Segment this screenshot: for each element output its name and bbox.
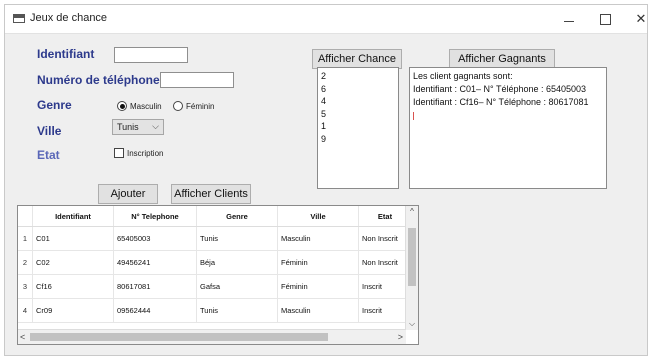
table-row[interactable]: 4 Cr09 09562444 Tunis Masculin Inscrit <box>18 298 412 323</box>
list-item[interactable]: 1 <box>321 120 395 133</box>
table-cell[interactable]: Non Inscrit <box>358 250 412 275</box>
row-number: 4 <box>18 298 33 323</box>
list-item[interactable]: 6 <box>321 83 395 96</box>
table-cell[interactable]: Non Inscrit <box>358 226 412 251</box>
scroll-up-icon[interactable]: ^ <box>406 207 418 216</box>
row-number: 3 <box>18 274 33 299</box>
chevron-down-icon: ⌵ <box>152 121 159 131</box>
telephone-label: Numéro de téléphone <box>37 73 160 87</box>
maximize-icon[interactable] <box>594 9 616 29</box>
app-window: Jeux de chance ✕ Identifiant Numéro de t… <box>4 4 648 356</box>
row-number: 1 <box>18 226 33 251</box>
table-cell[interactable]: Tunis <box>196 226 278 251</box>
ville-label: Ville <box>37 124 62 138</box>
table-row[interactable]: 3 Cf16 80617081 Gafsa Féminin Inscrit <box>18 274 412 299</box>
gagnant-line: Identifiant : Cf16– N° Téléphone : 80617… <box>413 97 589 107</box>
gagnants-header: Les client gagnants sont: <box>413 71 513 81</box>
row-header-corner <box>18 206 33 227</box>
table-cell[interactable]: Féminin <box>277 250 359 275</box>
column-header[interactable]: Ville <box>277 206 359 227</box>
chance-listbox[interactable]: 2 6 4 5 1 9 <box>317 67 399 189</box>
table-cell[interactable]: Féminin <box>277 274 359 299</box>
scroll-left-icon[interactable]: < <box>20 330 25 344</box>
table-cell[interactable]: 09562444 <box>113 298 197 323</box>
gagnant-line: Identifiant : C01– N° Téléphone : 654050… <box>413 84 587 94</box>
table-cell[interactable]: Cf16 <box>32 274 114 299</box>
table-cell[interactable]: 65405003 <box>113 226 197 251</box>
column-header[interactable]: Identifiant <box>32 206 114 227</box>
table-cell[interactable]: Tunis <box>196 298 278 323</box>
inscription-checkbox[interactable] <box>114 148 124 158</box>
genre-label: Genre <box>37 98 72 112</box>
horizontal-scrollbar[interactable]: < > <box>18 329 406 344</box>
title-bar: Jeux de chance ✕ <box>5 5 647 34</box>
afficher-clients-button[interactable]: Afficher Clients <box>171 184 251 204</box>
list-item[interactable]: 2 <box>321 70 395 83</box>
scroll-down-icon[interactable]: ⌵ <box>406 319 418 329</box>
close-icon[interactable]: ✕ <box>630 9 652 29</box>
genre-masculin-radio[interactable] <box>117 101 127 111</box>
identifiant-label: Identifiant <box>37 47 95 61</box>
text-caret <box>413 109 603 122</box>
list-item[interactable]: 4 <box>321 95 395 108</box>
table-cell[interactable]: Béja <box>196 250 278 275</box>
ajouter-button[interactable]: Ajouter <box>98 184 158 204</box>
table-row[interactable]: 1 C01 65405003 Tunis Masculin Non Inscri… <box>18 226 412 251</box>
telephone-input[interactable] <box>160 72 234 88</box>
table-cell[interactable]: Inscrit <box>358 298 412 323</box>
genre-feminin-radio[interactable] <box>173 101 183 111</box>
column-header[interactable]: N° Telephone <box>113 206 197 227</box>
minimize-icon[interactable] <box>558 9 580 29</box>
table-cell[interactable]: 80617081 <box>113 274 197 299</box>
identifiant-input[interactable] <box>114 47 188 63</box>
genre-masculin-label: Masculin <box>130 102 162 111</box>
table-cell[interactable]: 49456241 <box>113 250 197 275</box>
inscription-label: Inscription <box>127 149 164 158</box>
row-number: 2 <box>18 250 33 275</box>
table-cell[interactable]: Cr09 <box>32 298 114 323</box>
clients-grid[interactable]: Identifiant N° Telephone Genre Ville Eta… <box>17 205 419 345</box>
table-cell[interactable]: C01 <box>32 226 114 251</box>
table-cell[interactable]: Masculin <box>277 226 359 251</box>
window-title: Jeux de chance <box>30 12 108 24</box>
list-item[interactable]: 9 <box>321 133 395 146</box>
ville-select[interactable]: Tunis ⌵ <box>112 119 164 135</box>
table-cell[interactable]: Gafsa <box>196 274 278 299</box>
table-cell[interactable]: C02 <box>32 250 114 275</box>
column-header[interactable]: Genre <box>196 206 278 227</box>
table-cell[interactable]: Masculin <box>277 298 359 323</box>
vertical-scroll-thumb[interactable] <box>408 228 416 286</box>
afficher-gagnants-button[interactable]: Afficher Gagnants <box>449 49 555 69</box>
table-header-row: Identifiant N° Telephone Genre Ville Eta… <box>18 206 412 227</box>
app-window-icon <box>13 14 25 23</box>
afficher-chance-button[interactable]: Afficher Chance <box>312 49 402 69</box>
scroll-right-icon[interactable]: > <box>398 330 403 344</box>
etat-label: Etat <box>37 148 60 162</box>
list-item[interactable]: 5 <box>321 108 395 121</box>
table-cell[interactable]: Inscrit <box>358 274 412 299</box>
gagnants-textbox[interactable]: Les client gagnants sont: Identifiant : … <box>409 67 607 189</box>
horizontal-scroll-thumb[interactable] <box>30 333 328 341</box>
vertical-scrollbar[interactable]: ^ ⌵ <box>405 206 418 330</box>
ville-selected-value: Tunis <box>117 122 139 132</box>
genre-feminin-label: Féminin <box>186 102 215 111</box>
clients-table: Identifiant N° Telephone Genre Ville Eta… <box>18 206 412 323</box>
column-header[interactable]: Etat <box>358 206 412 227</box>
table-row[interactable]: 2 C02 49456241 Béja Féminin Non Inscrit <box>18 250 412 275</box>
